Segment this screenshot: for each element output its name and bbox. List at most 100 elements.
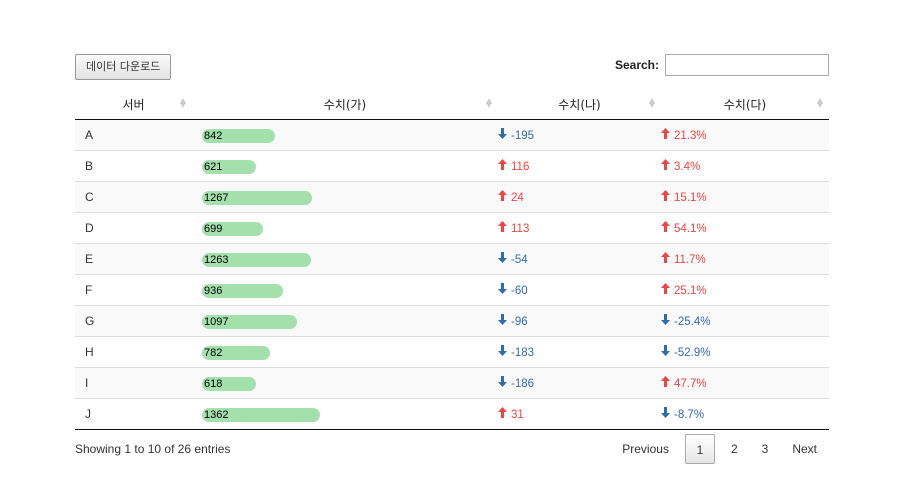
value-na-cell: 113 [498,212,661,244]
value-na-cell: -186 [498,367,661,399]
table-row: D 699 113 54.1% [75,212,829,244]
value-na-cell: 24 [498,181,661,213]
table-row: C 1267 24 15.1% [75,181,829,213]
page-button-1[interactable]: 1 [684,434,715,464]
column-header-value-ga[interactable]: 수치(가) ▲ ▼ [192,90,498,120]
table-row: A 842 -195 21.3% [75,119,829,151]
value-da-cell: -25.4% [661,305,829,337]
table-row: I 618 -186 47.7% [75,367,829,399]
change-value: -60 [511,285,528,297]
value-ga-cell: 1267 [192,181,498,213]
arrow-up-icon [661,159,671,173]
change-value: 54.1% [674,223,707,235]
value-na-cell: -96 [498,305,661,337]
table-row: B 621 116 3.4% [75,150,829,182]
value-da-cell: -8.7% [661,398,829,430]
table-footer: Showing 1 to 10 of 26 entries Previous 1… [75,434,829,474]
table-body: A 842 -195 21.3% B 621 116 3.4% C 1267 24 15.1% D 699… [75,119,829,430]
arrow-down-icon [661,345,671,359]
server-cell: B [75,150,192,182]
change-value: -96 [511,316,528,328]
server-cell: G [75,305,192,337]
sort-icon: ▲ ▼ [485,96,492,109]
value-bar: 1362 [202,407,320,422]
arrow-up-icon [661,283,671,297]
value-bar: 1263 [202,252,311,267]
sort-icon: ▲ ▼ [816,96,823,109]
change-value: 25.1% [674,285,707,297]
pagination: Previous 1 2 3 Next [610,434,829,464]
value-na-cell: 31 [498,398,661,430]
value-bar: 1267 [202,190,312,205]
arrow-down-icon [498,252,508,266]
change-value: -186 [511,378,535,390]
server-cell: F [75,274,192,306]
column-header-value-da[interactable]: 수치(다) ▲ ▼ [661,90,829,120]
value-bar: 842 [202,128,275,143]
value-da-cell: 54.1% [661,212,829,244]
arrow-down-icon [498,128,508,142]
value-bar: 936 [202,283,283,298]
change-value: 3.4% [674,161,701,173]
change-value: 21.3% [674,130,707,142]
value-na-cell: -195 [498,119,661,151]
next-page-button[interactable]: Next [780,434,829,464]
server-cell: E [75,243,192,275]
table-row: F 936 -60 25.1% [75,274,829,306]
value-bar: 1097 [202,314,297,329]
value-ga-cell: 699 [192,212,498,244]
column-header-value-na[interactable]: 수치(나) ▲ ▼ [498,90,661,120]
arrow-up-icon [661,221,671,235]
value-ga-cell: 621 [192,150,498,182]
value-ga-cell: 1263 [192,243,498,275]
entries-info: Showing 1 to 10 of 26 entries [75,442,231,456]
change-value: 47.7% [674,378,707,390]
arrow-up-icon [661,128,671,142]
arrow-down-icon [498,376,508,390]
arrow-up-icon [498,190,508,204]
change-value: -183 [511,347,535,359]
sort-icon: ▲ ▼ [179,96,186,109]
value-da-cell: 21.3% [661,119,829,151]
table-row: J 1362 31 -8.7% [75,398,829,430]
search-label: Search: [614,58,659,72]
value-ga-cell: 782 [192,336,498,368]
value-na-cell: -183 [498,336,661,368]
previous-page-button[interactable]: Previous [610,434,681,464]
column-header-label: 수치(다) [723,98,767,112]
value-da-cell: 15.1% [661,181,829,213]
value-da-cell: 11.7% [661,243,829,275]
change-value: 15.1% [674,192,707,204]
server-cell: D [75,212,192,244]
arrow-up-icon [498,159,508,173]
value-bar: 621 [202,159,256,174]
data-table-widget: 데이터 다운로드 Search: 서버 ▲ ▼ 수치(가) ▲ ▼ 수치(나) ▲ ▼ 수치… [75,54,829,474]
table-row: E 1263 -54 11.7% [75,243,829,275]
column-header-server[interactable]: 서버 ▲ ▼ [75,90,192,120]
value-bar: 782 [202,345,270,360]
table-header-row: 서버 ▲ ▼ 수치(가) ▲ ▼ 수치(나) ▲ ▼ 수치(다) ▲ ▼ [75,90,829,120]
server-cell: I [75,367,192,399]
arrow-down-icon [498,314,508,328]
page-button-3[interactable]: 3 [750,434,781,464]
value-ga-cell: 1362 [192,398,498,430]
data-table: 서버 ▲ ▼ 수치(가) ▲ ▼ 수치(나) ▲ ▼ 수치(다) ▲ ▼ A 842 -195 21.… [75,90,829,430]
value-ga-cell: 842 [192,119,498,151]
table-toolbar: 데이터 다운로드 Search: [75,54,829,82]
change-value: -25.4% [674,316,711,328]
download-data-button[interactable]: 데이터 다운로드 [75,54,172,80]
change-value: 113 [511,223,530,235]
arrow-down-icon [661,314,671,328]
value-da-cell: 47.7% [661,367,829,399]
column-header-label: 수치(나) [558,98,601,112]
value-ga-cell: 936 [192,274,498,306]
change-value: 24 [511,192,524,204]
page-button-2[interactable]: 2 [719,434,750,464]
arrow-up-icon [661,190,671,204]
search-input[interactable] [665,54,829,76]
arrow-down-icon [498,345,508,359]
table-row: G 1097 -96 -25.4% [75,305,829,337]
server-cell: H [75,336,192,368]
change-value: 11.7% [674,254,706,266]
arrow-up-icon [661,376,671,390]
